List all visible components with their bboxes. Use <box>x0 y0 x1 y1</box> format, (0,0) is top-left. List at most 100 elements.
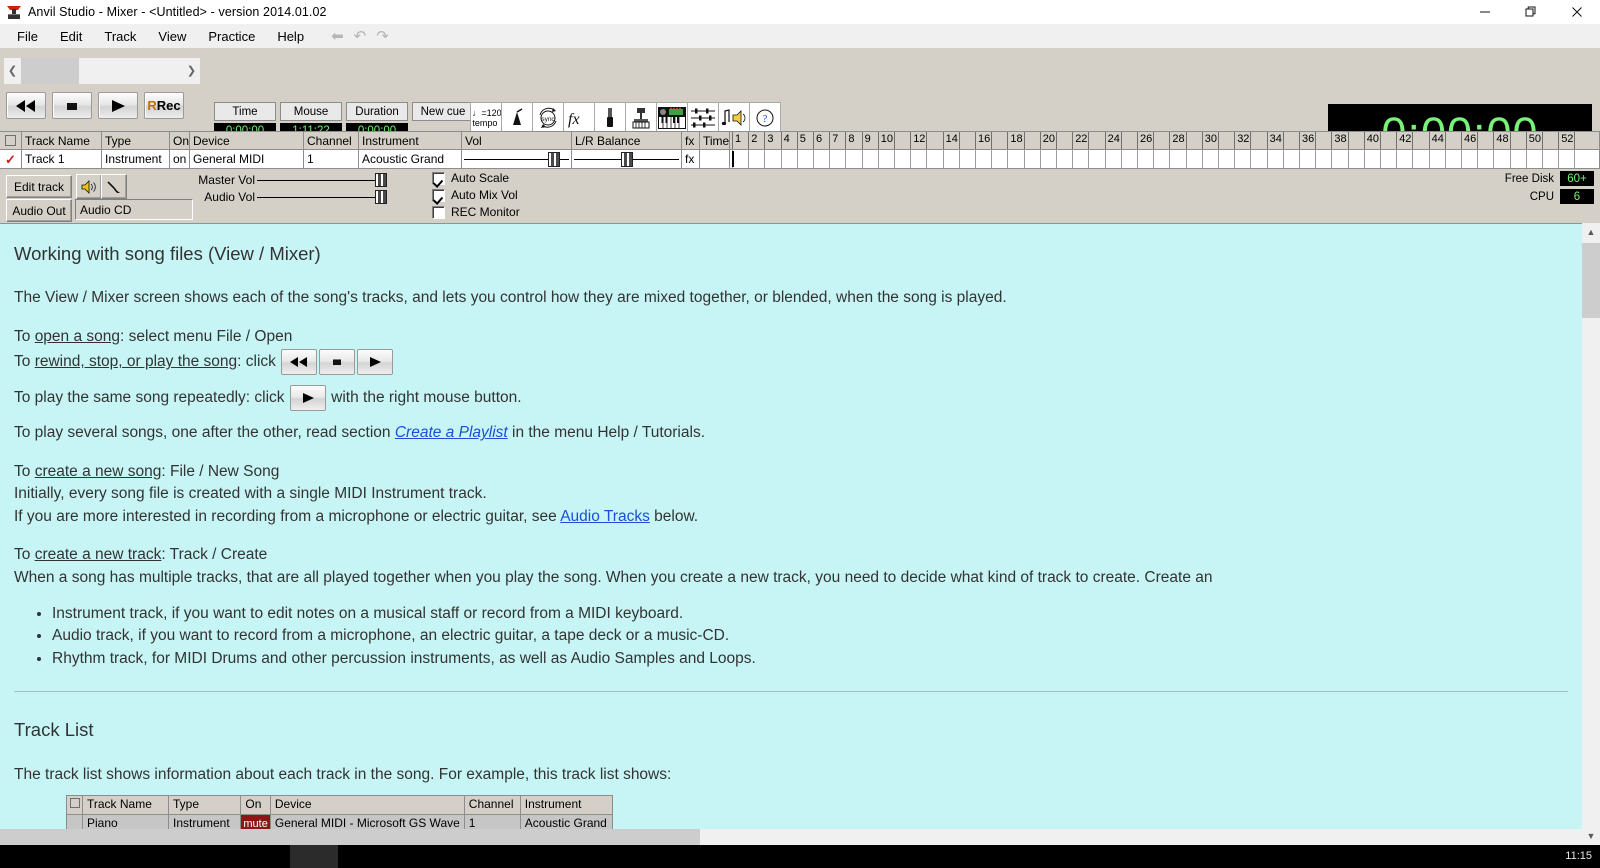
mixer-bar-ruler[interactable]: 1234567891012141618202224262830323436384… <box>730 131 1600 150</box>
undo-arrow-icon[interactable]: ↶ <box>354 29 367 44</box>
anvil-icon <box>6 4 22 20</box>
record-button[interactable]: RRec <box>144 92 184 119</box>
mixer-col-type[interactable]: Type <box>102 131 170 150</box>
master-vol-knob[interactable] <box>375 173 387 187</box>
song-position-scrollbar[interactable]: ❮ ❯ <box>4 58 200 84</box>
song-scroll-thumb[interactable] <box>21 58 79 84</box>
doc-stop-button[interactable] <box>319 349 355 375</box>
note-speaker-icon[interactable] <box>718 102 750 134</box>
mixer-col-fx[interactable]: fx <box>682 131 700 150</box>
metronome-icon[interactable] <box>501 102 533 134</box>
track-name-value[interactable]: Track 1 <box>22 150 102 169</box>
track-timeline-lane[interactable] <box>730 150 1600 169</box>
document-vertical-scrollbar[interactable]: ▲ ▼ <box>1582 223 1600 845</box>
example-select-all-icon[interactable] <box>67 796 83 815</box>
mixer-col-on[interactable]: On <box>170 131 190 150</box>
doc-play-button-2[interactable] <box>290 385 326 411</box>
close-icon[interactable] <box>1554 0 1600 24</box>
track-fx-button[interactable]: fx <box>682 150 700 169</box>
auto-mix-vol-checkbox[interactable]: Auto Mix Vol <box>432 188 518 202</box>
audio-tracks-link[interactable]: Audio Tracks <box>560 508 650 525</box>
mixer-col-channel[interactable]: Channel <box>304 131 359 150</box>
audio-vol-slider[interactable]: Audio Vol <box>180 190 393 204</box>
taskbar-active-item[interactable] <box>290 845 338 868</box>
track-balance-slider[interactable] <box>572 150 682 169</box>
audio-out-button[interactable]: Audio Out <box>6 199 72 222</box>
scroll-up-icon[interactable]: ▲ <box>1582 223 1600 241</box>
maximize-restore-icon[interactable] <box>1508 0 1554 24</box>
menu-help[interactable]: Help <box>266 26 315 47</box>
track-device-value[interactable]: General MIDI <box>190 150 304 169</box>
auto-scale-checkbox[interactable]: Auto Scale <box>432 171 509 185</box>
ruler-tick <box>862 150 863 168</box>
auto-mix-vol-check-icon[interactable] <box>432 189 445 202</box>
mixer-header-select-all[interactable] <box>0 131 22 150</box>
menu-track[interactable]: Track <box>93 26 147 47</box>
tempo-icon[interactable]: ♩=120 tempo <box>470 102 502 134</box>
track-instrument-value[interactable]: Acoustic Grand <box>359 150 462 169</box>
sync-icon[interactable]: sync <box>532 102 564 134</box>
redo-arrow-icon[interactable]: ↷ <box>376 29 389 44</box>
ruler-tick-label: 40 <box>1367 133 1379 145</box>
audio-device-field[interactable]: Audio CD <box>75 199 193 220</box>
speaker-icon[interactable] <box>76 174 102 199</box>
edit-track-button[interactable]: Edit track <box>6 175 72 198</box>
audio-jack-icon[interactable] <box>594 102 626 134</box>
vertical-scroll-thumb[interactable] <box>1582 243 1600 318</box>
mixer-faders-icon[interactable] <box>687 102 719 134</box>
song-scroll-left-icon[interactable]: ❮ <box>4 58 21 84</box>
doc-rewind-button[interactable] <box>281 349 317 375</box>
mixer-col-time[interactable]: Time <box>700 131 730 150</box>
document-horizontal-scrollbar[interactable] <box>0 829 1582 845</box>
toolbar-area: ❮ ❯ RRec <box>0 48 1600 131</box>
track-enable-check[interactable]: ✓ <box>0 150 22 169</box>
mixer-col-instrument[interactable]: Instrument <box>359 131 462 150</box>
track-balance-knob[interactable] <box>621 152 633 167</box>
table-row[interactable]: ✓ Track 1 Instrument on General MIDI 1 A… <box>0 150 1600 169</box>
mixer-col-balance[interactable]: L/R Balance <box>572 131 682 150</box>
audio-vol-knob[interactable] <box>375 190 387 204</box>
back-arrow-icon[interactable]: ⬅ <box>331 29 344 44</box>
synth-keyboard-icon[interactable] <box>656 102 688 134</box>
mic-keyboard-icon[interactable] <box>625 102 657 134</box>
doc-newsong-line3: If you are more interested in recording … <box>14 507 1568 527</box>
play-button[interactable] <box>98 92 138 119</box>
track-on-value[interactable]: on <box>170 150 190 169</box>
cue-duration-label[interactable]: Duration <box>346 102 408 121</box>
doc-play-button[interactable] <box>357 349 393 375</box>
song-scroll-right-icon[interactable]: ❯ <box>183 58 200 84</box>
fx-icon[interactable]: fx <box>563 102 595 134</box>
track-type-value[interactable]: Instrument <box>102 150 170 169</box>
rec-monitor-checkbox[interactable]: REC Monitor <box>432 205 520 219</box>
track-vol-slider[interactable] <box>462 150 572 169</box>
menu-view[interactable]: View <box>147 26 197 47</box>
ruler-tick-label: 28 <box>1172 133 1184 145</box>
menu-file[interactable]: File <box>6 26 49 47</box>
mixer-col-track-name[interactable]: Track Name <box>22 131 102 150</box>
ruler-tick <box>1121 132 1122 149</box>
mixer-col-device[interactable]: Device <box>190 131 304 150</box>
create-a-playlist-link[interactable]: Create a Playlist <box>395 424 508 441</box>
mixer-col-vol[interactable]: Vol <box>462 131 572 150</box>
rewind-button[interactable] <box>6 92 46 119</box>
ruler-tick <box>1202 132 1203 149</box>
horizontal-scroll-thumb[interactable] <box>0 829 700 845</box>
pen-icon[interactable] <box>101 174 127 199</box>
menu-edit[interactable]: Edit <box>49 26 93 47</box>
stop-button[interactable] <box>52 92 92 119</box>
song-scroll-track[interactable] <box>79 58 183 84</box>
menu-practice[interactable]: Practice <box>197 26 266 47</box>
rec-monitor-check-icon[interactable] <box>432 206 445 219</box>
auto-scale-check-icon[interactable] <box>432 172 445 185</box>
ruler-tick <box>1299 132 1300 149</box>
track-vol-knob[interactable] <box>548 152 560 167</box>
scroll-down-icon[interactable]: ▼ <box>1582 827 1600 845</box>
cue-time-label[interactable]: Time <box>214 102 276 121</box>
icon-toolbar: ♩=120 tempo sync <box>470 102 780 134</box>
cue-mouse-label[interactable]: Mouse <box>280 102 342 121</box>
track-channel-value[interactable]: 1 <box>304 150 359 169</box>
help-icon[interactable]: ? <box>749 102 781 134</box>
tempo-line1: ♩=120 <box>472 108 501 118</box>
minimize-icon[interactable] <box>1462 0 1508 24</box>
master-vol-slider[interactable]: Master Vol <box>180 173 393 187</box>
